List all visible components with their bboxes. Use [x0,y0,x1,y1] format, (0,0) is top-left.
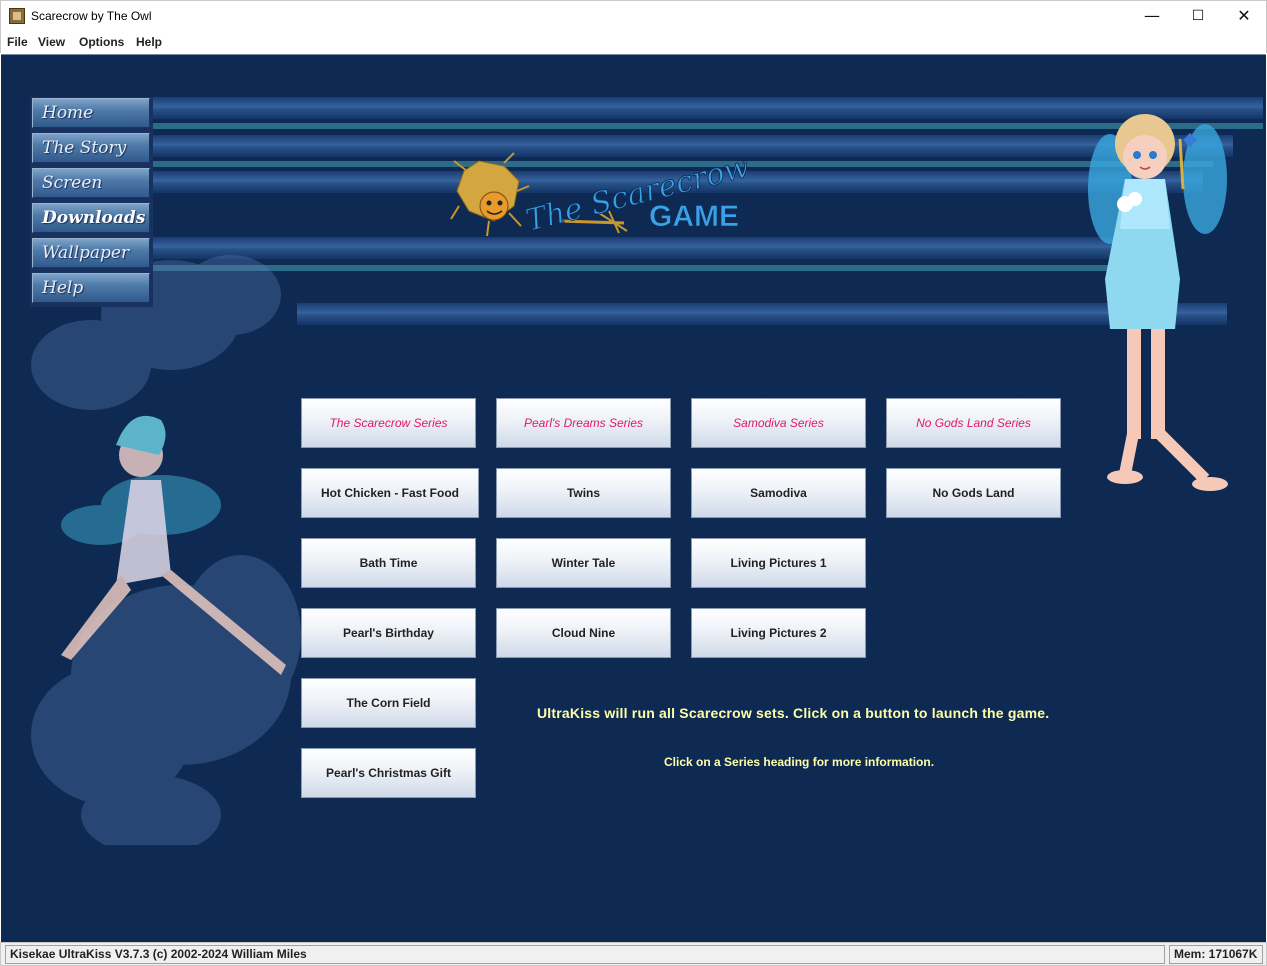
nav-downloads[interactable]: Downloads [32,203,150,233]
game-button-cloud-nine[interactable]: Cloud Nine [496,608,671,658]
game-button-twins[interactable]: Twins [496,468,671,518]
nav-screen-shots[interactable]: Screen shots [32,168,150,221]
nav-the-story[interactable]: The Story [32,133,150,163]
info-main-text: UltraKiss will run all Scarecrow sets. C… [537,705,1050,721]
window-title-bar: Scarecrow by The Owl — ☐ ✕ [0,0,1267,31]
left-fairy-illustration [31,255,301,845]
menu-view[interactable]: View [38,35,65,49]
menu-file[interactable]: File [7,35,28,49]
right-fairy-illustration [1088,114,1228,491]
nav-home[interactable]: Home [32,98,150,128]
series-button-no-gods-land[interactable]: No Gods Land Series [886,398,1061,448]
status-version-text: Kisekae UltraKiss V3.7.3 (c) 2002-2024 W… [5,945,1165,964]
window-title: Scarecrow by The Owl [31,9,152,23]
status-bar: Kisekae UltraKiss V3.7.3 (c) 2002-2024 W… [0,942,1267,966]
app-icon [9,8,25,24]
game-button-winter-tale[interactable]: Winter Tale [496,538,671,588]
minimize-button[interactable]: — [1129,1,1175,31]
menu-bar: File View Options Help [0,31,1267,53]
logo-subtitle: GAME [649,200,739,233]
status-memory-text: Mem: 171067K [1169,945,1263,964]
game-button-samodiva[interactable]: Samodiva [691,468,866,518]
series-button-scarecrow[interactable]: The Scarecrow Series [301,398,476,448]
game-button-pearls-birthday[interactable]: Pearl's Birthday [301,608,476,658]
game-button-the-corn-field[interactable]: The Corn Field [301,678,476,728]
game-button-hot-chicken[interactable]: Hot Chicken - Fast Food [301,468,479,518]
menu-help[interactable]: Help [136,35,162,49]
series-button-samodiva[interactable]: Samodiva Series [691,398,866,448]
info-sub-text: Click on a Series heading for more infor… [664,755,935,769]
menu-options[interactable]: Options [79,35,124,49]
game-button-bath-time[interactable]: Bath Time [301,538,476,588]
game-button-living-pictures-1[interactable]: Living Pictures 1 [691,538,866,588]
maximize-button[interactable]: ☐ [1175,1,1221,31]
game-button-pearls-christmas-gift[interactable]: Pearl's Christmas Gift [301,748,476,798]
nav-panel: Home The Story Screen shots Downloads Wa… [30,97,153,307]
series-button-pearls-dreams[interactable]: Pearl's Dreams Series [496,398,671,448]
nav-help[interactable]: Help [32,273,150,303]
main-content: Home The Story Screen shots Downloads Wa… [1,54,1266,942]
close-button[interactable]: ✕ [1221,1,1267,31]
scarecrow-game-logo: The Scarecrow GAME [450,151,754,239]
nav-wallpaper[interactable]: Wallpaper [32,238,150,268]
game-button-no-gods-land[interactable]: No Gods Land [886,468,1061,518]
game-button-living-pictures-2[interactable]: Living Pictures 2 [691,608,866,658]
